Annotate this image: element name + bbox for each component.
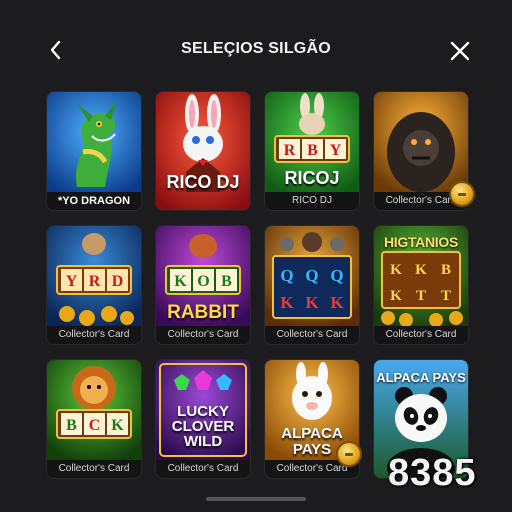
- svg-text:Y: Y: [330, 142, 342, 159]
- card-caption: Collector's Card: [156, 326, 250, 344]
- svg-text:T: T: [441, 288, 451, 304]
- svg-text:B: B: [441, 262, 451, 278]
- svg-text:K: K: [305, 293, 319, 312]
- svg-text:K: K: [390, 262, 402, 278]
- game-card-gold-slot[interactable]: K K B K T T HIGTANIOS Collector's Card: [374, 226, 468, 344]
- card-art-title: HIGTANIOS: [383, 234, 459, 250]
- game-card-lucky-clover[interactable]: LUCKY CLOVER WILD Collector's Card: [156, 360, 250, 478]
- watermark-text: 8385: [388, 452, 477, 494]
- svg-text:R: R: [89, 273, 101, 290]
- game-card-yo-dragon[interactable]: *YO DRAGON: [47, 92, 141, 210]
- card-caption: RICO DJ: [265, 192, 359, 210]
- game-card-pirate-slot[interactable]: Y R D Collector's Card: [47, 226, 141, 344]
- svg-text:B: B: [66, 417, 77, 434]
- card-caption: *YO DRAGON: [47, 192, 141, 210]
- coin-badge[interactable]: [449, 181, 475, 207]
- card-art-title: RICO DJ: [166, 172, 240, 192]
- svg-text:Q: Q: [330, 266, 343, 285]
- card-caption: Collector's Card: [47, 326, 141, 344]
- card-caption: Collector's Card: [156, 460, 250, 478]
- svg-text:B: B: [307, 142, 318, 159]
- card-caption: Collector's Card: [47, 460, 141, 478]
- card-caption: Collector's Card: [265, 326, 359, 344]
- svg-text:Q: Q: [280, 266, 293, 285]
- svg-text:D: D: [112, 273, 124, 290]
- coin-icon: [458, 193, 466, 196]
- game-card-monkey-slot[interactable]: Q Q Q K K K Collector's Card: [265, 226, 359, 344]
- card-art-title: ALPACA PAYS: [376, 370, 466, 385]
- coin-badge[interactable]: [336, 441, 362, 467]
- svg-text:K: K: [174, 273, 187, 290]
- svg-text:T: T: [416, 288, 426, 304]
- card-grid: *YO DRAGON RICO DJ R B Y RICOJ RICO DJ C…: [0, 0, 512, 512]
- svg-text:C: C: [89, 417, 101, 434]
- game-card-lion-slot[interactable]: B C K Collector's Card: [47, 360, 141, 478]
- svg-text:K: K: [390, 288, 402, 304]
- card-caption: Collector's Card: [374, 326, 468, 344]
- svg-text:K: K: [111, 417, 124, 434]
- svg-text:O: O: [197, 273, 209, 290]
- game-card-rico-dj-slot[interactable]: R B Y RICOJ RICO DJ: [265, 92, 359, 210]
- card-art-title: RABBIT: [167, 302, 239, 323]
- slot-machine-icon: Y R D: [47, 226, 141, 326]
- svg-text:K: K: [330, 293, 344, 312]
- svg-text:Q: Q: [305, 266, 318, 285]
- svg-text:R: R: [284, 142, 296, 159]
- coin-icon: [345, 453, 353, 456]
- svg-text:K: K: [280, 293, 294, 312]
- lion-icon: B C K: [47, 360, 141, 460]
- svg-text:Y: Y: [66, 273, 78, 290]
- game-card-rabbit-slot[interactable]: K O B RABBIT Collector's Card: [156, 226, 250, 344]
- svg-text:K: K: [415, 262, 427, 278]
- game-card-rico-dj[interactable]: RICO DJ: [156, 92, 250, 210]
- gorilla-icon: [374, 92, 468, 192]
- card-art-title: LUCKY CLOVER WILD: [171, 403, 235, 450]
- svg-text:B: B: [221, 273, 232, 290]
- dragon-icon: [47, 92, 141, 192]
- card-art-title: RICOJ: [284, 168, 340, 188]
- home-indicator: [206, 497, 306, 501]
- slot-machine-icon: Q Q Q K K K: [265, 226, 359, 326]
